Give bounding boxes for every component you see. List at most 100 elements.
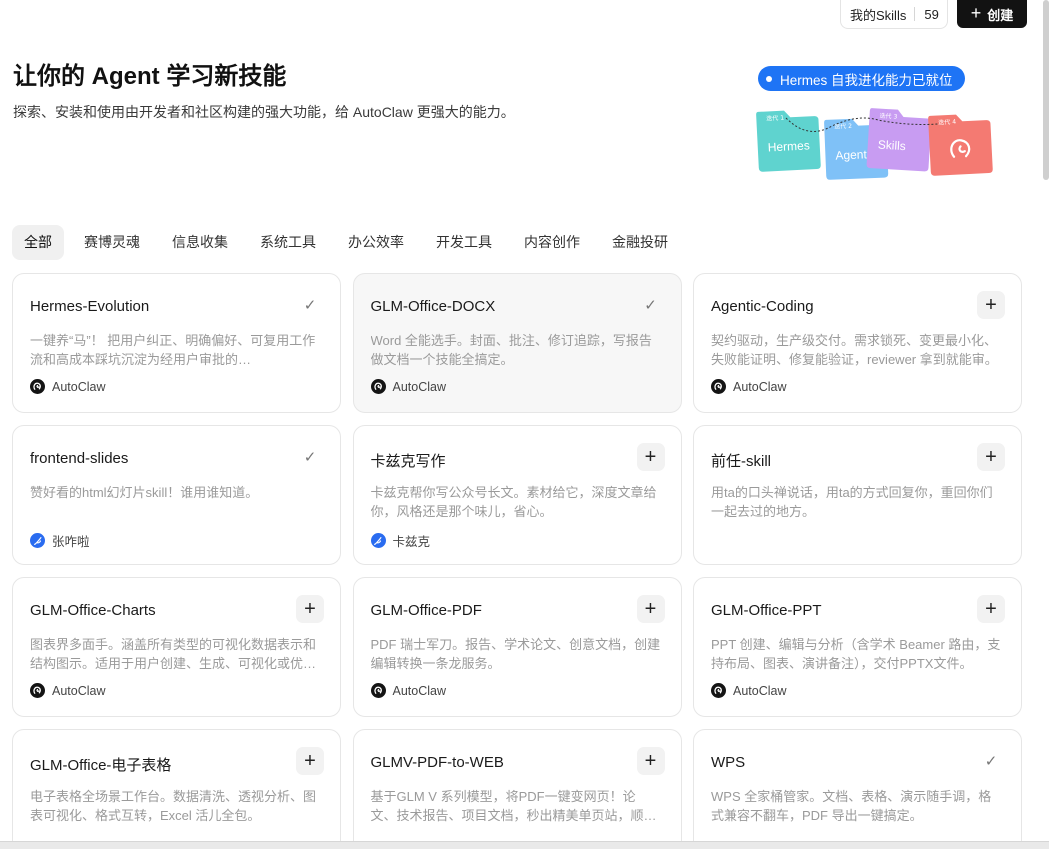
skill-description: PPT 创建、编辑与分析（含学术 Beamer 路由，支持布局、图表、演讲备注）… (711, 637, 1001, 671)
iteration-folder: 迭代 3 Skills (866, 108, 932, 172)
skill-description: Word 全能选手。封面、批注、修订追踪，写报告做文档一个技能全搞定。 (370, 333, 652, 367)
skill-name: WPS (711, 754, 746, 771)
skill-author: AutoClaw (711, 379, 787, 394)
skill-card[interactable]: GLMV-PDF-to-WEB + 基于GLM V 系列模型，将PDF一键变网页！论… (352, 729, 682, 849)
skill-name: frontend-slides (30, 450, 129, 467)
horizontal-scrollbar[interactable] (0, 841, 1049, 849)
skill-name: GLM-Office-电子表格 (30, 757, 172, 774)
skill-author: AutoClaw (711, 683, 787, 698)
author-name: 张咋啦 (52, 535, 90, 549)
skill-author: AutoClaw (30, 683, 106, 698)
skill-description: WPS 全家桶管家。文档、表格、演示随手调，格式兼容不翻车，PDF 导出一键搞定… (711, 789, 992, 823)
iteration-label: Skills (877, 138, 906, 154)
create-label: 创建 (987, 7, 1014, 23)
skill-card[interactable]: GLM-Office-PDF + PDF 瑞士军刀。报告、学术论文、创意文档，创建编… (352, 577, 682, 717)
page-title: 让你的 Agent 学习新技能 (13, 63, 287, 90)
install-button[interactable]: + (296, 747, 324, 775)
tab-0[interactable]: 全部 (12, 225, 64, 260)
iteration-folder: 迭代 1 Hermes (756, 110, 821, 172)
skill-description: 用ta的口头禅说话，用ta的方式回复你，重回你们一起去过的地方。 (711, 485, 993, 519)
tab-1[interactable]: 赛博灵魂 (72, 225, 152, 260)
skill-description: PDF 瑞士军刀。报告、学术论文、创意文档，创建编辑转换一条龙服务。 (370, 637, 661, 671)
iteration-tag: 迭代 1 (766, 114, 784, 123)
tab-6[interactable]: 内容创作 (512, 225, 592, 260)
my-skills-label: 我的Skills (850, 7, 907, 23)
plus-icon: + (970, 3, 982, 23)
user-avatar-icon (370, 533, 386, 548)
install-button[interactable]: + (636, 595, 665, 623)
skill-card[interactable]: 卡兹克写作 + 卡兹克帮你写公众号长文。素材给它，深度文章给你，风格还是那个味儿，省… (352, 425, 682, 565)
skill-name: GLM-Office-PDF (370, 602, 482, 619)
install-button[interactable]: + (977, 443, 1005, 471)
tab-7[interactable]: 金融投研 (600, 225, 680, 260)
hermes-announcement-badge[interactable]: Hermes 自我进化能力已就位 (758, 66, 965, 91)
autoclaw-logo-icon (370, 379, 386, 394)
skill-name: 前任-skill (711, 453, 771, 470)
skill-description: 卡兹克帮你写公众号长文。素材给它，深度文章给你，风格还是那个味儿，省心。 (370, 485, 657, 519)
skill-name: GLM-Office-DOCX (370, 298, 496, 315)
skill-card[interactable]: Agentic-Coding + 契约驱动，生产级交付。需求锁死、变更最小化、失败能… (693, 273, 1022, 413)
dot-icon (766, 75, 772, 82)
iteration-folder: 迭代 4 (928, 114, 993, 176)
skill-author: 张咋啦 (30, 531, 90, 550)
tab-3[interactable]: 系统工具 (248, 225, 328, 260)
skill-name: GLM-Office-PPT (711, 602, 822, 619)
skill-description: 契约驱动，生产级交付。需求锁死、变更最小化、失败能证明、修复能验证，review… (711, 333, 998, 367)
install-button[interactable]: + (977, 291, 1005, 319)
tab-4[interactable]: 办公效率 (336, 225, 416, 260)
author-name: AutoClaw (733, 683, 787, 698)
skill-card[interactable]: GLM-Office-DOCX ✓ Word 全能选手。封面、批注、修订追踪，写报告… (352, 273, 682, 413)
skill-author: AutoClaw (370, 379, 447, 394)
skill-card[interactable]: GLM-Office-电子表格 + 电子表格全场景工作台。数据清洗、透视分析、图表可… (12, 729, 341, 849)
skill-card[interactable]: WPS ✓ WPS 全家桶管家。文档、表格、演示随手调，格式兼容不翻车，PDF 导出… (693, 729, 1022, 849)
install-button[interactable]: + (977, 595, 1005, 623)
divider (914, 7, 916, 21)
install-button[interactable]: + (636, 443, 665, 471)
tab-5[interactable]: 开发工具 (424, 225, 504, 260)
tab-2[interactable]: 信息收集 (160, 225, 240, 260)
autoclaw-logo-icon (370, 683, 386, 698)
author-name: 卡兹克 (392, 535, 431, 549)
autoclaw-logo-icon (30, 379, 45, 394)
installed-check-icon[interactable]: ✓ (296, 291, 324, 319)
iteration-tag: 迭代 2 (834, 122, 852, 131)
skill-name: Hermes-Evolution (30, 298, 150, 315)
create-button[interactable]: + 创建 (957, 0, 1027, 28)
iteration-tag: 迭代 4 (938, 118, 956, 127)
page-subtitle: 探索、安装和使用由开发者和社区构建的强大功能，给 AutoClaw 更强大的能力… (13, 104, 515, 120)
author-name: AutoClaw (52, 683, 106, 698)
installed-check-icon[interactable]: ✓ (637, 291, 665, 319)
iteration-tag: 迭代 3 (879, 112, 897, 121)
my-skills-button[interactable]: 我的Skills 59 (840, 0, 948, 29)
skill-card[interactable]: frontend-slides ✓ 赞好看的html幻灯片skill！谁用谁知道。张… (12, 425, 341, 565)
autoclaw-logo-icon (711, 683, 726, 698)
author-name: AutoClaw (52, 379, 106, 394)
install-button[interactable]: + (296, 595, 324, 623)
author-name: AutoClaw (392, 683, 447, 698)
skill-author: 卡兹克 (370, 531, 431, 550)
autoclaw-logo-icon (711, 379, 726, 394)
hermes-badge-text: Hermes 自我进化能力已就位 (780, 72, 953, 88)
skill-name: GLM-Office-Charts (30, 602, 156, 619)
skill-description: 一键养“马”！ 把用户纠正、明确偏好、可复用工作流和高成本踩坑沉淀为经用户审批的… (30, 333, 316, 367)
skill-card[interactable]: GLM-Office-PPT + PPT 创建、编辑与分析（含学术 Beamer 路… (693, 577, 1022, 717)
my-skills-count: 59 (924, 6, 939, 22)
author-name: AutoClaw (392, 379, 447, 394)
skill-card[interactable]: 前任-skill + 用ta的口头禅说话，用ta的方式回复你，重回你们一起去过的地方… (693, 425, 1022, 565)
iteration-label: Agent (835, 147, 868, 162)
autoclaw-logo-icon (30, 683, 45, 698)
skill-description: 基于GLM V 系列模型，将PDF一键变网页！论文、技术报告、项目文档，秒出精美… (370, 789, 657, 823)
skill-author: AutoClaw (30, 379, 106, 394)
skill-name: GLMV-PDF-to-WEB (370, 754, 504, 771)
vertical-scrollbar-thumb[interactable] (1043, 0, 1049, 180)
skill-description: 赞好看的html幻灯片skill！谁用谁知道。 (30, 485, 259, 500)
skill-author: AutoClaw (370, 683, 447, 698)
skill-card[interactable]: Hermes-Evolution ✓ 一键养“马”！ 把用户纠正、明确偏好、可复用工… (12, 273, 341, 413)
installed-check-icon[interactable]: ✓ (977, 747, 1005, 775)
installed-check-icon[interactable]: ✓ (296, 443, 324, 471)
skill-card[interactable]: GLM-Office-Charts + 图表界多面手。涵盖所有类型的可视化数据表示和… (12, 577, 341, 717)
install-button[interactable]: + (636, 747, 665, 775)
skill-description: 图表界多面手。涵盖所有类型的可视化数据表示和结构图示。适用于用户创建、生成、可视… (30, 637, 317, 671)
skill-description: 电子表格全场景工作台。数据清洗、透视分析、图表可视化、格式互转，Excel 活儿… (30, 789, 317, 823)
skill-name: Agentic-Coding (711, 298, 814, 315)
